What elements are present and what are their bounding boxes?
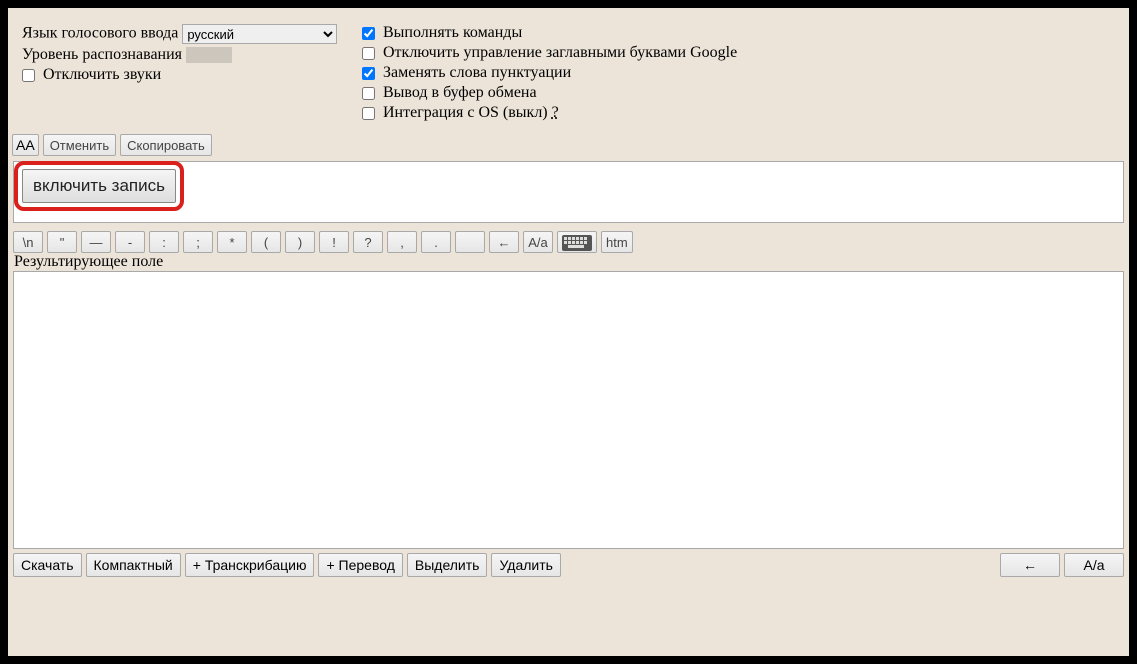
add-transcription-button[interactable]: + Транскрибацию	[185, 553, 315, 577]
os-integration-label: Интеграция с OS (выкл)	[383, 104, 548, 121]
clipboard-output-label: Вывод в буфер обмена	[383, 84, 537, 101]
punct-exclaim-button[interactable]: !	[319, 231, 349, 253]
disable-caps-checkbox[interactable]	[362, 47, 375, 60]
punct-emdash-button[interactable]: —	[81, 231, 111, 253]
record-button[interactable]: включить запись	[22, 169, 176, 203]
punct-space-button[interactable]	[455, 231, 485, 253]
punct-comma-button[interactable]: ,	[387, 231, 417, 253]
punct-quote-button[interactable]: "	[47, 231, 77, 253]
punct-question-button[interactable]: ?	[353, 231, 383, 253]
download-button[interactable]: Скачать	[13, 553, 82, 577]
back-button[interactable]: ←	[1000, 553, 1060, 577]
copy-button[interactable]: Скопировать	[120, 134, 212, 156]
compact-button[interactable]: Компактный	[86, 553, 181, 577]
select-all-button[interactable]: Выделить	[407, 553, 488, 577]
language-select[interactable]: русский	[182, 24, 337, 44]
result-field-label: Результирующее поле	[8, 253, 1129, 271]
os-integration-checkbox[interactable]	[362, 107, 375, 120]
keyboard-icon	[562, 235, 592, 251]
punct-htm-button[interactable]: htm	[601, 231, 633, 253]
delete-button[interactable]: Удалить	[491, 553, 560, 577]
mute-sounds-checkbox[interactable]	[22, 69, 35, 82]
punct-asterisk-button[interactable]: *	[217, 231, 247, 253]
punct-paren-close-button[interactable]: )	[285, 231, 315, 253]
record-button-highlight: включить запись	[14, 161, 184, 211]
add-translation-button[interactable]: + Перевод	[318, 553, 402, 577]
result-textarea[interactable]	[13, 271, 1124, 549]
punct-period-button[interactable]: .	[421, 231, 451, 253]
help-icon[interactable]: ?	[552, 104, 559, 121]
run-commands-checkbox[interactable]	[362, 27, 375, 40]
clipboard-output-checkbox[interactable]	[362, 87, 375, 100]
recognition-level-value	[186, 47, 232, 63]
punct-dash-button[interactable]: -	[115, 231, 145, 253]
replace-punct-checkbox[interactable]	[362, 67, 375, 80]
punct-case-button[interactable]: A/a	[523, 231, 553, 253]
disable-caps-label: Отключить управление заглавными буквами …	[383, 44, 737, 61]
recognition-level-label: Уровень распознавания	[22, 46, 182, 63]
case-toggle-button[interactable]: A/a	[1064, 553, 1124, 577]
lang-label: Язык голосового ввода	[22, 25, 178, 42]
run-commands-label: Выполнять команды	[383, 24, 522, 41]
undo-button[interactable]: Отменить	[43, 134, 116, 156]
toggle-case-button[interactable]: AA	[12, 134, 39, 156]
replace-punct-label: Заменять слова пунктуации	[383, 64, 571, 81]
mute-sounds-label: Отключить звуки	[43, 66, 161, 83]
punct-back-button[interactable]: ←	[489, 231, 519, 253]
keyboard-button[interactable]	[557, 231, 597, 253]
punct-colon-button[interactable]: :	[149, 231, 179, 253]
punct-semicolon-button[interactable]: ;	[183, 231, 213, 253]
punct-newline-button[interactable]: \n	[13, 231, 43, 253]
punct-paren-open-button[interactable]: (	[251, 231, 281, 253]
